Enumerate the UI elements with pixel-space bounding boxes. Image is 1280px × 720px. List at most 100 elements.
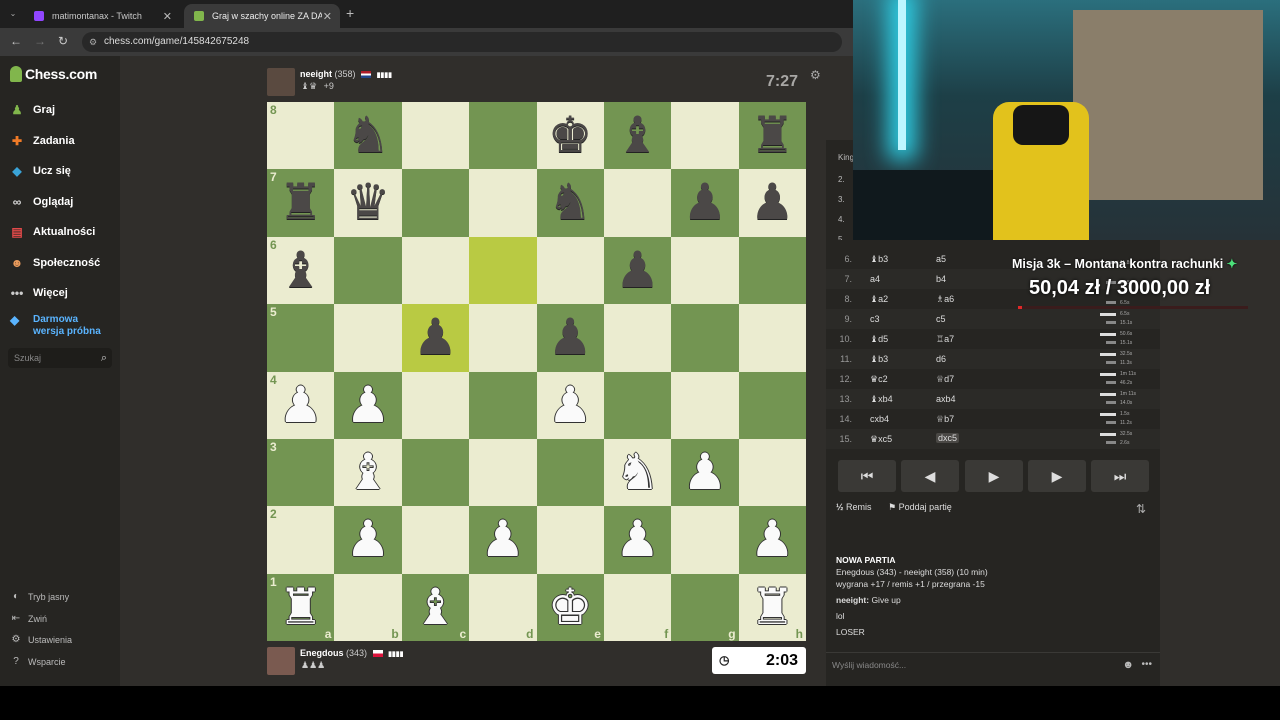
square-f7[interactable]	[603, 169, 672, 237]
square-c8[interactable]	[401, 102, 470, 170]
white-pawn-icon[interactable]: ♟	[267, 372, 334, 439]
square-a8[interactable]: 8	[267, 102, 335, 170]
black-rook-icon[interactable]: ♜	[739, 102, 806, 169]
white-move[interactable]: cxb4	[870, 414, 889, 424]
square-h4[interactable]	[738, 371, 806, 439]
black-bishop-icon[interactable]: ♝	[604, 102, 671, 169]
square-b2[interactable]: ♟	[334, 506, 402, 574]
sidebar-item-play[interactable]: ♟ Graj	[10, 100, 55, 120]
square-c1[interactable]: ♝ c	[401, 573, 470, 641]
square-b1[interactable]: b	[334, 573, 402, 641]
play-button[interactable]: ▶	[965, 460, 1023, 492]
black-pawn-icon[interactable]: ♟	[671, 169, 738, 236]
black-move[interactable]: c5	[936, 314, 946, 324]
white-pawn-icon[interactable]: ♟	[604, 506, 671, 573]
sidebar-item-learn[interactable]: ◆ Ucz się	[10, 161, 71, 181]
white-move[interactable]: ♝b3	[870, 354, 888, 365]
black-move[interactable]: axb4	[936, 394, 956, 404]
black-move[interactable]: ♕b7	[936, 414, 954, 425]
square-g7[interactable]: ♟	[671, 169, 739, 237]
square-f2[interactable]: ♟	[603, 506, 672, 574]
square-h5[interactable]	[738, 304, 806, 372]
square-c6[interactable]	[401, 236, 470, 305]
square-c5[interactable]: ♟	[401, 304, 470, 372]
sidebar-item-community[interactable]: ☻ Społeczność	[10, 253, 101, 273]
square-f3[interactable]: ♞	[603, 438, 672, 507]
square-f5[interactable]	[603, 304, 672, 372]
black-move[interactable]: ♗a6	[936, 294, 954, 305]
sidebar-item-settings[interactable]: ⚙ Ustawienia	[10, 634, 73, 645]
sidebar-item-collapse[interactable]: ⇤ Zwiń	[10, 613, 47, 624]
square-f8[interactable]: ♝	[603, 102, 672, 170]
player-name[interactable]: neeight	[300, 69, 332, 79]
chess-board[interactable]: 8 ♞ ♚ ♝ ♜ ♜ 7 ♛ ♞ ♟ ♟ ♝ 6 ♟ 5 ♟ ♟ ♟ 4 ♟ ♟ 3 ♝ ♞ ♟ 2 ♟ ♟ ♟ ♟ ♜ 1 a b ♝ c d ♚ e f…	[267, 102, 806, 641]
square-f1[interactable]: f	[603, 573, 672, 641]
square-b3[interactable]: ♝	[334, 438, 402, 507]
sidebar-item-support[interactable]: ? Wsparcie	[10, 656, 65, 667]
white-pawn-icon[interactable]: ♟	[537, 372, 604, 439]
black-move[interactable]: a5	[936, 254, 946, 264]
square-h7[interactable]: ♟	[738, 169, 806, 237]
square-e1[interactable]: ♚ e	[536, 573, 604, 641]
black-queen-icon[interactable]: ♛	[334, 169, 401, 236]
chat-username[interactable]: neeight:	[836, 595, 869, 605]
square-e5[interactable]: ♟	[536, 304, 604, 372]
square-e2[interactable]	[536, 506, 604, 574]
site-info-icon[interactable]: ⚙	[89, 32, 97, 52]
close-tab-icon[interactable]: ✕	[163, 10, 172, 23]
white-pawn-icon[interactable]: ♟	[334, 372, 401, 439]
square-c3[interactable]	[401, 438, 470, 507]
square-g5[interactable]	[671, 304, 739, 372]
white-move[interactable]: a4	[870, 274, 880, 284]
square-e3[interactable]	[536, 438, 604, 507]
square-d8[interactable]	[469, 102, 537, 170]
square-e6[interactable]	[536, 236, 604, 305]
search-icon[interactable]: ⌕	[101, 348, 107, 368]
black-pawn-icon[interactable]: ♟	[604, 237, 671, 304]
white-bishop-icon[interactable]: ♝	[334, 439, 401, 506]
tab-twitch[interactable]: matimontanax - Twitch ✕	[24, 4, 180, 28]
square-e4[interactable]: ♟	[536, 371, 604, 439]
square-g8[interactable]	[671, 102, 739, 170]
resign-button[interactable]: ⚑ Poddaj partię	[888, 502, 952, 512]
white-pawn-icon[interactable]: ♟	[469, 506, 536, 573]
square-g6[interactable]	[671, 236, 739, 305]
sidebar-item-puzzles[interactable]: ✚ Zadania	[10, 131, 75, 151]
square-f4[interactable]	[603, 371, 672, 439]
square-d5[interactable]	[469, 304, 537, 372]
white-pawn-icon[interactable]: ♟	[334, 506, 401, 573]
black-rook-icon[interactable]: ♜	[267, 169, 334, 236]
black-bishop-icon[interactable]: ♝	[267, 237, 334, 304]
last-move-button[interactable]: ⏭	[1091, 460, 1149, 492]
white-move[interactable]: ♛xc5	[870, 434, 892, 445]
more-options-icon[interactable]: •••	[1141, 653, 1152, 677]
square-d4[interactable]	[469, 371, 537, 439]
square-h8[interactable]: ♜	[738, 102, 806, 170]
square-f6[interactable]: ♟	[603, 236, 672, 305]
white-move[interactable]: c3	[870, 314, 880, 324]
square-d1[interactable]: d	[469, 573, 537, 641]
white-move[interactable]: ♝xb4	[870, 394, 893, 405]
square-c2[interactable]	[401, 506, 470, 574]
square-d7[interactable]	[469, 169, 537, 237]
chess-logo[interactable]: Chess.com	[10, 66, 97, 82]
square-h3[interactable]	[738, 438, 806, 507]
first-move-button[interactable]: ⏮	[838, 460, 896, 492]
black-knight-icon[interactable]: ♞	[537, 169, 604, 236]
reload-icon[interactable]: ↻	[58, 34, 68, 48]
black-knight-icon[interactable]: ♞	[334, 102, 401, 169]
black-move[interactable]: d6	[936, 354, 946, 364]
sidebar-item-more[interactable]: ••• Więcej	[10, 283, 68, 303]
white-knight-icon[interactable]: ♞	[604, 439, 671, 506]
square-h2[interactable]: ♟	[738, 506, 806, 574]
black-move[interactable]: ♖a7	[936, 334, 954, 345]
square-b7[interactable]: ♛	[334, 169, 402, 237]
white-pawn-icon[interactable]: ♟	[671, 439, 738, 506]
player-name[interactable]: Enegdous	[300, 648, 344, 658]
chat-input[interactable]: Wyślij wiadomość... ☻ •••	[826, 652, 1160, 676]
square-b8[interactable]: ♞	[334, 102, 402, 170]
square-b6[interactable]	[334, 236, 402, 305]
white-move[interactable]: ♝b3	[870, 254, 888, 265]
square-h6[interactable]	[738, 236, 806, 305]
black-move[interactable]: ♕d7	[936, 374, 954, 385]
